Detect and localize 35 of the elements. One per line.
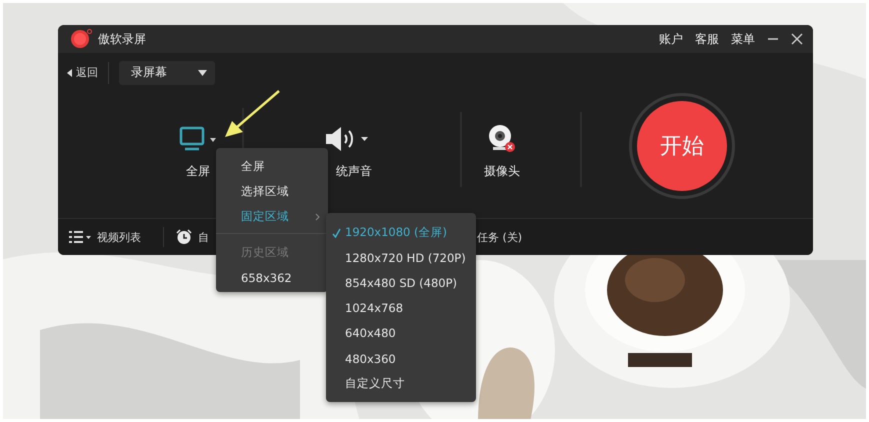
- toolbar-label[interactable]: 视频列表: [97, 230, 141, 244]
- header-link[interactable]: 账户: [659, 30, 683, 48]
- checkmark-icon: [332, 228, 341, 238]
- menu-item[interactable]: 640x480: [326, 320, 476, 346]
- menu-item[interactable]: 480x360: [326, 346, 476, 372]
- mode-dropdown[interactable]: 录屏幕: [119, 60, 215, 84]
- header-link[interactable]: 菜单: [731, 30, 755, 48]
- menu-item[interactable]: 自定义尺寸: [326, 371, 476, 396]
- app-title: 傲软录屏: [98, 30, 147, 48]
- monitor-icon[interactable]: [179, 126, 217, 152]
- menu-item[interactable]: 1280x720 HD (720P): [326, 245, 476, 270]
- menu-item[interactable]: 全屏: [216, 154, 328, 179]
- record-logo-icon: [70, 29, 92, 49]
- caret-left-icon: [67, 68, 72, 76]
- source-label: 全屏: [186, 163, 210, 180]
- close-icon[interactable]: [791, 33, 803, 45]
- menu-item[interactable]: 选择区域: [216, 179, 328, 204]
- back-button[interactable]: 返回: [67, 65, 98, 80]
- toolbar-label[interactable]: 任务 (关): [477, 230, 522, 244]
- source-label: 统声音: [336, 163, 372, 180]
- start-button[interactable]: 开始: [637, 101, 727, 191]
- header-link[interactable]: 客服: [695, 30, 719, 48]
- source-label: 摄像头: [484, 163, 520, 180]
- alarm-clock-icon[interactable]: [176, 229, 192, 245]
- menu-item[interactable]: 1920x1080 (全屏): [326, 220, 476, 246]
- menu-item[interactable]: 1024x768: [326, 296, 476, 321]
- list-icon[interactable]: [69, 230, 91, 244]
- menu-item[interactable]: 658x362: [216, 265, 328, 290]
- toolbar-label[interactable]: 自: [198, 230, 209, 244]
- caret-down-icon: [198, 70, 207, 76]
- arrow-annotation: [225, 90, 280, 137]
- speaker-icon[interactable]: [324, 126, 370, 152]
- menu-item[interactable]: 固定区域: [216, 204, 328, 229]
- webcam-icon[interactable]: [487, 124, 517, 154]
- menu-item[interactable]: 854x480 SD (480P): [326, 270, 476, 296]
